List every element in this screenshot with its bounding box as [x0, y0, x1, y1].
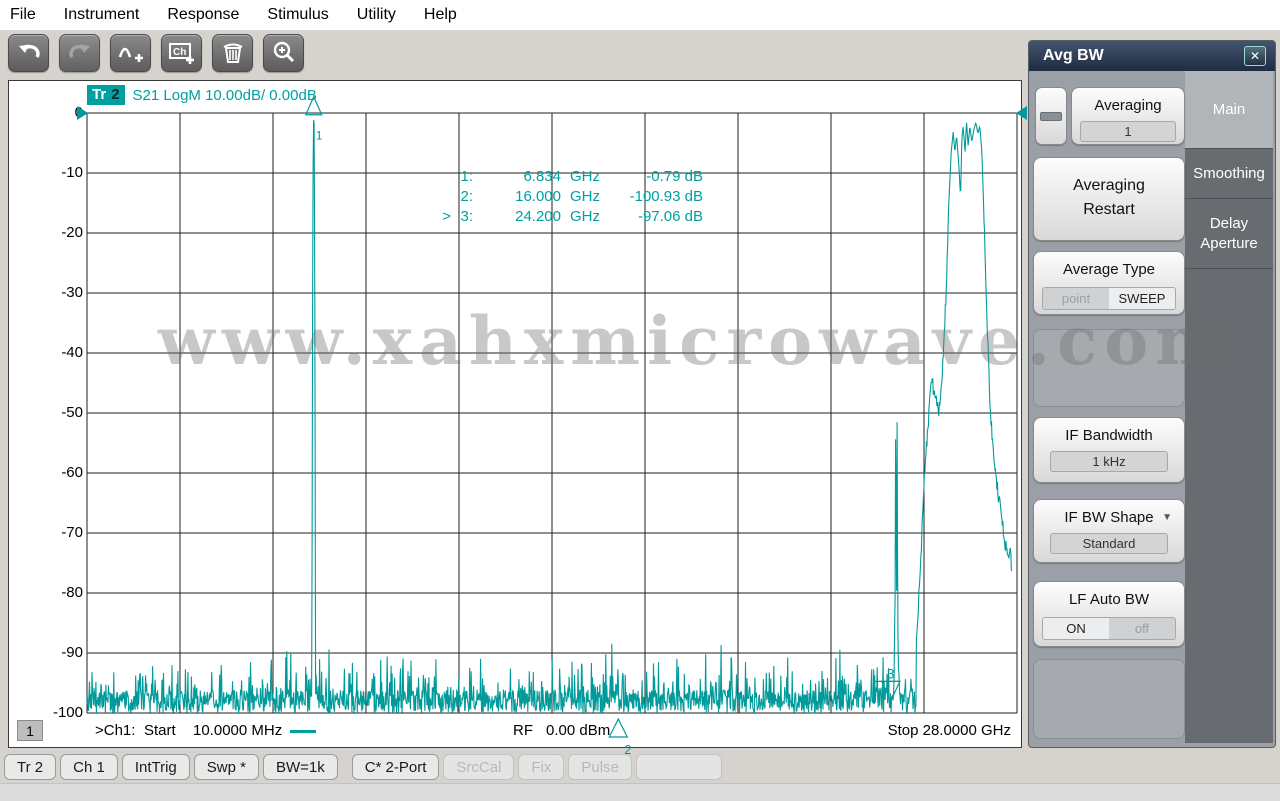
plot-area: Tr2 S21 LogM 10.00dB/ 0.00dB 0 -10 -20 -…: [8, 80, 1027, 757]
status-tab-calibration[interactable]: C* 2-Port: [351, 754, 440, 780]
if-bw-shape-value[interactable]: Standard: [1050, 533, 1168, 554]
trash-icon: [221, 41, 245, 65]
trace-color-indicator: [290, 730, 316, 733]
if-bw-shape-button[interactable]: IF BW Shape ▼ Standard: [1033, 499, 1185, 563]
tab-delay-aperture[interactable]: Delay Aperture: [1185, 199, 1273, 269]
start-value[interactable]: 10.0000 MHz: [193, 722, 282, 739]
marker-readout-row-3: >3: 24.200 GHz -97.06 dB: [442, 208, 703, 225]
svg-text:1: 1: [316, 129, 323, 143]
add-trace-button[interactable]: [110, 34, 151, 72]
instrument-status-bar: Tr 2 Ch 1 IntTrig Swp * BW=1k C* 2-Port …: [0, 752, 1280, 782]
undo-button[interactable]: [8, 34, 49, 72]
panel-title: Avg BW: [1029, 41, 1275, 71]
y-axis-label: -30: [61, 284, 83, 301]
marker-readout-row-2: 2: 16.000 GHz -100.93 dB: [460, 188, 703, 205]
average-type-segment: point SWEEP: [1042, 287, 1176, 310]
lf-auto-bw-segment: ON off: [1042, 617, 1176, 640]
average-type-point[interactable]: point: [1043, 288, 1109, 309]
y-axis-label: -90: [61, 644, 83, 661]
averaging-restart-button[interactable]: Averaging Restart: [1033, 157, 1185, 241]
averaging-value[interactable]: 1: [1080, 121, 1176, 142]
rf-label: RF: [513, 722, 533, 739]
status-tab-bandwidth[interactable]: BW=1k: [262, 754, 338, 780]
lf-auto-bw-button[interactable]: LF Auto BW ON off: [1033, 581, 1185, 647]
svg-text:3: 3: [887, 665, 895, 681]
status-tab-pulse[interactable]: Pulse: [568, 754, 632, 780]
delete-button[interactable]: [212, 34, 253, 72]
if-bandwidth-button[interactable]: IF Bandwidth 1 kHz: [1033, 417, 1185, 483]
averaging-toggle-button[interactable]: [1035, 87, 1067, 145]
channel-label: >Ch1:: [95, 722, 136, 739]
chevron-down-icon[interactable]: ▼: [1162, 512, 1172, 523]
channel-number-badge[interactable]: 1: [17, 720, 43, 741]
y-axis-label: 0: [39, 103, 83, 123]
menu-help[interactable]: Help: [424, 6, 457, 24]
lf-auto-bw-off[interactable]: off: [1109, 618, 1175, 639]
status-tab-empty: [635, 754, 722, 780]
avg-bw-panel: Avg BW ✕ Main Smoothing Delay Aperture A…: [1028, 40, 1276, 748]
tab-main[interactable]: Main: [1185, 71, 1273, 149]
menu-bar: File Instrument Response Stimulus Utilit…: [0, 0, 1280, 30]
y-axis-label: -20: [61, 224, 83, 241]
undo-icon: [16, 41, 42, 65]
averaging-button[interactable]: Averaging 1: [1071, 87, 1185, 145]
close-icon[interactable]: ✕: [1244, 46, 1266, 66]
menu-utility[interactable]: Utility: [357, 6, 396, 24]
y-axis-label: -80: [61, 584, 83, 601]
y-axis-label: -60: [61, 464, 83, 481]
status-tab-channel[interactable]: Ch 1: [60, 754, 118, 780]
empty-button-1: [1033, 329, 1185, 407]
tab-smoothing[interactable]: Smoothing: [1185, 149, 1273, 199]
panel-tabs: Main Smoothing Delay Aperture: [1185, 71, 1273, 743]
add-channel-icon: Ch: [168, 40, 196, 66]
toggle-slot-icon: [1040, 112, 1062, 121]
status-tab-trigger[interactable]: IntTrig: [121, 754, 190, 780]
empty-button-2: [1033, 659, 1185, 739]
add-channel-button[interactable]: Ch: [161, 34, 202, 72]
menu-file[interactable]: File: [10, 6, 36, 24]
y-axis-label: -10: [61, 164, 83, 181]
menu-instrument[interactable]: Instrument: [64, 6, 140, 24]
rf-power-value[interactable]: 0.00 dBm: [546, 722, 610, 739]
trace-badge[interactable]: Tr 2: [87, 85, 125, 105]
average-type-button[interactable]: Average Type point SWEEP: [1033, 251, 1185, 315]
redo-button[interactable]: [59, 34, 100, 72]
marker-readout: 1: 6.834 GHz -0.79 dB 2: 16.000 GHz -100.93 dB…: [433, 167, 703, 227]
magnifier-icon: [271, 40, 297, 66]
stop-frequency[interactable]: Stop 28.0000 GHz: [888, 722, 1011, 739]
status-tab-srccal[interactable]: SrcCal: [443, 754, 515, 780]
redo-icon: [67, 41, 93, 65]
zoom-button[interactable]: [263, 34, 304, 72]
svg-text:Ch: Ch: [173, 47, 186, 58]
menu-response[interactable]: Response: [167, 6, 239, 24]
bottom-strip: [0, 783, 1280, 801]
status-tab-sweep[interactable]: Swp *: [193, 754, 259, 780]
status-tab-trace[interactable]: Tr 2: [4, 754, 57, 780]
y-axis-label: -50: [61, 404, 83, 421]
marker-readout-row-1: 1: 6.834 GHz -0.79 dB: [460, 168, 703, 185]
y-axis-label: -40: [61, 344, 83, 361]
lf-auto-bw-on[interactable]: ON: [1043, 618, 1109, 639]
trace-format-label: S21 LogM 10.00dB/ 0.00dB: [132, 86, 317, 104]
menu-stimulus[interactable]: Stimulus: [267, 6, 328, 24]
start-label[interactable]: Start: [144, 722, 176, 739]
channel-status-bar: 1 >Ch1: Start 10.0000 MHz RF 0.00 dBm St…: [9, 717, 1021, 747]
trace-header: Tr 2 S21 LogM 10.00dB/ 0.00dB: [87, 85, 317, 105]
add-trace-icon: [117, 40, 145, 66]
status-tab-fix[interactable]: Fix: [518, 754, 565, 780]
average-type-sweep[interactable]: SWEEP: [1109, 288, 1175, 309]
y-axis-label: -70: [61, 524, 83, 541]
if-bandwidth-value[interactable]: 1 kHz: [1050, 451, 1168, 472]
